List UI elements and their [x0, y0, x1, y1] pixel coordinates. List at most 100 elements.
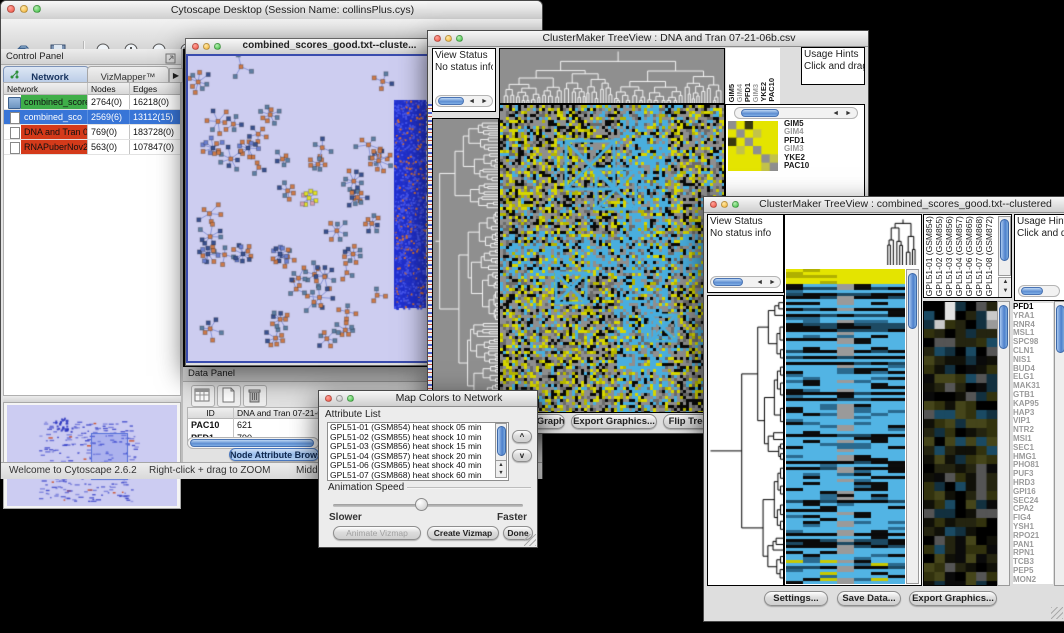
attribute-list-item[interactable]: GPL51-07 (GSM868) heat shock 60 min: [328, 471, 508, 481]
close-icon[interactable]: [434, 35, 441, 42]
zoom-window-icon[interactable]: [456, 35, 463, 42]
usage-hints-box: Usage Hints Click and drag to: [1014, 214, 1064, 301]
view-status-box: View Status No status info for ◄ ►: [432, 48, 496, 112]
treeview-dna-title-bar[interactable]: ClusterMaker TreeView : DNA and Tran 07-…: [428, 31, 868, 47]
minimize-disabled-icon: [336, 395, 343, 402]
gene-label[interactable]: MON2: [1013, 576, 1053, 584]
column-label[interactable]: GPL51-03 (GSM856): [945, 216, 954, 296]
column-label[interactable]: GPL51-01 (GSM854): [925, 216, 934, 296]
column-label[interactable]: GPL51-06 (GSM865): [965, 216, 974, 296]
gene-list-vscrollbar[interactable]: [1054, 301, 1064, 586]
save-data-button[interactable]: Save Data...: [837, 591, 901, 606]
gene-list: PFD1YRA1RNR4MSL1SPC98CLN1NIS1BUD4ELG1MAK…: [1013, 303, 1053, 584]
treeview-combined-title: ClusterMaker TreeView : combined_scores_…: [754, 198, 1057, 210]
column-dendrogram-canvas[interactable]: [499, 48, 725, 104]
tab-overflow-icon[interactable]: ▶: [169, 68, 183, 83]
zoom-column-labels: GIM5GIM4PFD1GIM3YKE2PAC10: [726, 48, 780, 104]
data-col-id[interactable]: ID: [188, 408, 234, 419]
column-labels-vscrollbar[interactable]: [998, 216, 1011, 276]
faster-label: Faster: [497, 512, 527, 523]
network-table-row[interactable]: combined_sco 2569(6) 13112(15): [4, 110, 180, 125]
delete-attribute-trash-icon[interactable]: [243, 385, 267, 407]
column-label[interactable]: GPL51-07 (GSM868): [975, 216, 984, 296]
settings-button[interactable]: Settings...: [764, 591, 828, 606]
treeview-combined-title-bar[interactable]: ClusterMaker TreeView : combined_scores_…: [704, 197, 1064, 213]
speed-slider-track[interactable]: [333, 504, 523, 507]
minimize-icon[interactable]: [445, 35, 452, 42]
zoom-window-icon[interactable]: [33, 5, 41, 13]
network-view-title: combined_scores_good.txt--cluste...: [236, 40, 423, 51]
column-label[interactable]: GPL51-02 (GSM855): [935, 216, 944, 296]
move-down-button[interactable]: v: [512, 449, 532, 462]
network-graph-canvas[interactable]: [188, 56, 427, 361]
close-icon[interactable]: [7, 5, 15, 13]
view-status-text: No status info: [710, 228, 781, 239]
new-attribute-icon[interactable]: [217, 385, 241, 407]
scroll-arrows-icon[interactable]: ▲▼: [998, 277, 1012, 298]
doc-icon: [10, 127, 20, 139]
export-graphics-button[interactable]: Export Graphics...: [571, 414, 657, 429]
zoom-window-icon[interactable]: [732, 201, 739, 208]
zoom-heatmap-canvas[interactable]: [923, 301, 998, 586]
column-label[interactable]: GPL51-04 (GSM857): [955, 216, 964, 296]
float-panel-icon[interactable]: [165, 51, 176, 62]
zoom-hscrollbar[interactable]: ◄ ►: [734, 107, 858, 119]
heatmap-panel: [784, 214, 922, 586]
node-attribute-browser-button[interactable]: Node Attribute Brows: [229, 448, 319, 461]
status-hint-zoom: Right-click + drag to ZOOM: [149, 465, 270, 476]
heatmap-vscrollbar[interactable]: [906, 269, 919, 584]
view-status-text: No status info for: [435, 62, 493, 73]
zoom-gene-list: GIM5GIM4PFD1GIM3YKE2PAC10: [784, 120, 809, 170]
zoom-window-icon[interactable]: [214, 43, 221, 50]
scroll-arrows-icon[interactable]: ▲▼: [495, 460, 507, 478]
zoom-heatmap-matrix-canvas[interactable]: [728, 121, 778, 171]
zoom-window-icon[interactable]: [347, 395, 354, 402]
network-table-row[interactable]: combined_scores 2764(0) 16218(0): [4, 95, 180, 110]
column-label[interactable]: GPL51-08 (GSM872): [985, 216, 994, 296]
row-dendrogram-canvas[interactable]: [707, 295, 784, 586]
status-welcome: Welcome to Cytoscape 2.6.2: [9, 465, 137, 476]
network-table-row[interactable]: DNA and Tran 07 769(0) 183728(0): [4, 125, 180, 140]
network-tree-list: combined_scores 2764(0) 16218(0) combine…: [3, 95, 181, 396]
zoom-heatmap-vscrollbar[interactable]: [997, 301, 1010, 586]
minimize-icon[interactable]: [721, 201, 728, 208]
usage-hints-title: Usage Hints: [804, 49, 858, 60]
network-view-title-bar[interactable]: combined_scores_good.txt--cluste...: [186, 39, 431, 55]
view-status-hscrollbar[interactable]: ◄ ►: [435, 95, 493, 107]
close-icon[interactable]: [710, 201, 717, 208]
network-table-row[interactable]: RNAPuberNov2+ 563(0) 107847(0): [4, 140, 180, 155]
network-overview-canvas[interactable]: [7, 405, 177, 506]
view-status-title: View Status: [710, 216, 763, 227]
export-graphics-button[interactable]: Export Graphics...: [909, 591, 997, 606]
speed-slider-thumb[interactable]: [415, 498, 428, 511]
usage-hints-text: Click and drag to: [804, 61, 865, 72]
resize-grip[interactable]: [524, 534, 536, 546]
usage-hints-hscrollbar[interactable]: [1018, 285, 1060, 297]
global-heatmap-canvas[interactable]: [499, 104, 725, 413]
column-dendrogram-canvas[interactable]: [884, 217, 918, 265]
zoom-column-label[interactable]: PAC10: [768, 78, 776, 102]
gene-label[interactable]: PAC10: [784, 162, 809, 170]
create-vizmap-button[interactable]: Create Vizmap: [427, 526, 499, 540]
view-status-box: View Status No status info ◄ ►: [707, 214, 784, 293]
minimize-icon[interactable]: [20, 5, 28, 13]
doc-icon: [10, 142, 20, 154]
usage-hints-box: Usage Hints Click and drag to: [801, 47, 865, 85]
view-status-hscrollbar[interactable]: ◄ ►: [710, 276, 781, 288]
row-dendrogram-canvas[interactable]: [432, 118, 499, 413]
column-labels-panel: GPL51-01 (GSM854)GPL51-02 (GSM855)GPL51-…: [923, 214, 1012, 298]
main-title-bar[interactable]: Cytoscape Desktop (Session Name: collins…: [1, 1, 542, 20]
close-icon[interactable]: [192, 43, 199, 50]
window-title: Cytoscape Desktop (Session Name: collins…: [51, 4, 534, 16]
close-icon[interactable]: [325, 395, 332, 402]
minimize-icon[interactable]: [203, 43, 210, 50]
global-heatmap-canvas[interactable]: [786, 269, 905, 584]
treeview-dna-title: ClusterMaker TreeView : DNA and Tran 07-…: [478, 32, 860, 44]
resize-grip[interactable]: [1051, 607, 1063, 619]
usage-hints-title: Usage Hints: [1017, 216, 1064, 227]
column-labels: GPL51-01 (GSM854)GPL51-02 (GSM855)GPL51-…: [924, 215, 996, 297]
dialog-title-bar[interactable]: Map Colors to Network: [319, 391, 537, 407]
usage-hints-text: Click and drag to: [1017, 228, 1064, 239]
table-mode-icon[interactable]: [191, 385, 215, 407]
move-up-button[interactable]: ^: [512, 430, 532, 443]
